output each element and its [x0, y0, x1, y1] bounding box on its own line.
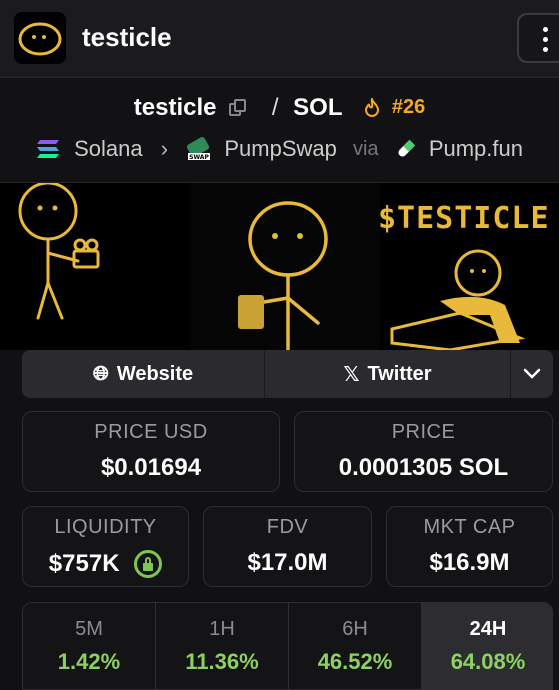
via-label: via — [352, 137, 379, 160]
tab-6h-label: 6H — [342, 618, 368, 640]
chain-breadcrumb: Solana › SWAP PumpSwap via Pump.fun — [0, 135, 559, 167]
chain-link[interactable]: Solana — [74, 136, 143, 162]
tab-1h-value: 11.36% — [185, 649, 259, 674]
tab-5m-value: 1.42% — [57, 649, 121, 674]
market-cap-card: MKT CAP $16.9M — [386, 506, 553, 587]
liquidity-card: LIQUIDITY $757K — [22, 506, 189, 587]
pair-base: testicle — [133, 93, 217, 121]
price-native-label: PRICE — [391, 421, 456, 443]
chevron-down-icon — [523, 368, 541, 379]
chevron-right-icon: › — [160, 136, 169, 162]
token-logo — [14, 12, 66, 64]
svg-text:SWAP: SWAP — [189, 154, 209, 161]
liquidity-label: LIQUIDITY — [54, 516, 157, 538]
twitter-button[interactable]: 𝕏 Twitter — [265, 350, 511, 398]
pair-title-row: testicle / SOL #26 — [0, 93, 559, 127]
banner-text: $TESTICLE — [378, 201, 550, 236]
tab-1h-label: 1H — [209, 618, 235, 640]
solana-icon — [37, 140, 59, 159]
price-native-value: 0.0001305 SOL — [338, 454, 509, 481]
pumpswap-icon: SWAP — [187, 137, 211, 161]
liquidity-value: $757K — [48, 549, 120, 577]
tab-6h[interactable]: 6H 46.52% — [289, 603, 422, 689]
price-usd-label: PRICE USD — [94, 421, 208, 443]
fire-icon — [365, 97, 380, 117]
twitter-label: Twitter — [367, 362, 432, 385]
price-change-tabs: 5M 1.42% 1H 11.36% 6H 46.52% 24H 64.08% — [22, 602, 553, 690]
trending-rank[interactable]: #26 — [392, 96, 425, 119]
x-logo-icon: 𝕏 — [343, 363, 360, 386]
market-cap-label: MKT CAP — [423, 516, 516, 538]
pill-icon — [398, 139, 415, 157]
tab-5m[interactable]: 5M 1.42% — [23, 603, 156, 689]
top-bar: testicle — [0, 0, 559, 78]
tab-24h[interactable]: 24H 64.08% — [422, 603, 552, 689]
tab-1h[interactable]: 1H 11.36% — [156, 603, 289, 689]
fdv-value: $17.0M — [247, 549, 328, 576]
website-label: Website — [116, 362, 194, 385]
lock-icon[interactable] — [134, 549, 163, 578]
token-banner: $TESTICLE — [0, 183, 559, 350]
pair-quote: SOL — [293, 93, 343, 121]
tab-24h-label: 24H — [469, 618, 507, 640]
copy-icon[interactable] — [229, 98, 247, 117]
tab-6h-value: 46.52% — [317, 649, 393, 674]
pair-header: testicle / SOL #26 Solana › SWAP PumpSwa… — [0, 79, 559, 183]
fdv-label: FDV — [266, 516, 309, 538]
token-title: testicle — [82, 22, 172, 52]
more-links-button[interactable] — [511, 350, 553, 398]
globe-icon: 🌐︎ — [92, 362, 109, 385]
pair-separator: / — [271, 93, 279, 121]
social-links: 🌐︎ Website 𝕏 Twitter — [22, 350, 553, 398]
price-native-card: PRICE 0.0001305 SOL — [294, 411, 553, 492]
kebab-menu-button[interactable] — [517, 13, 559, 63]
price-usd-value: $0.01694 — [100, 454, 202, 481]
tab-5m-label: 5M — [75, 618, 103, 640]
kebab-menu-icon — [543, 27, 548, 53]
liquidity-row: $757K — [23, 549, 188, 578]
price-usd-card: PRICE USD $0.01694 — [22, 411, 280, 492]
website-button[interactable]: 🌐︎ Website — [22, 350, 265, 398]
market-cap-value: $16.9M — [429, 549, 510, 576]
fdv-card: FDV $17.0M — [203, 506, 372, 587]
tab-24h-value: 64.08% — [450, 649, 526, 674]
launchpad-link[interactable]: Pump.fun — [429, 136, 523, 162]
dex-link[interactable]: PumpSwap — [224, 136, 337, 162]
